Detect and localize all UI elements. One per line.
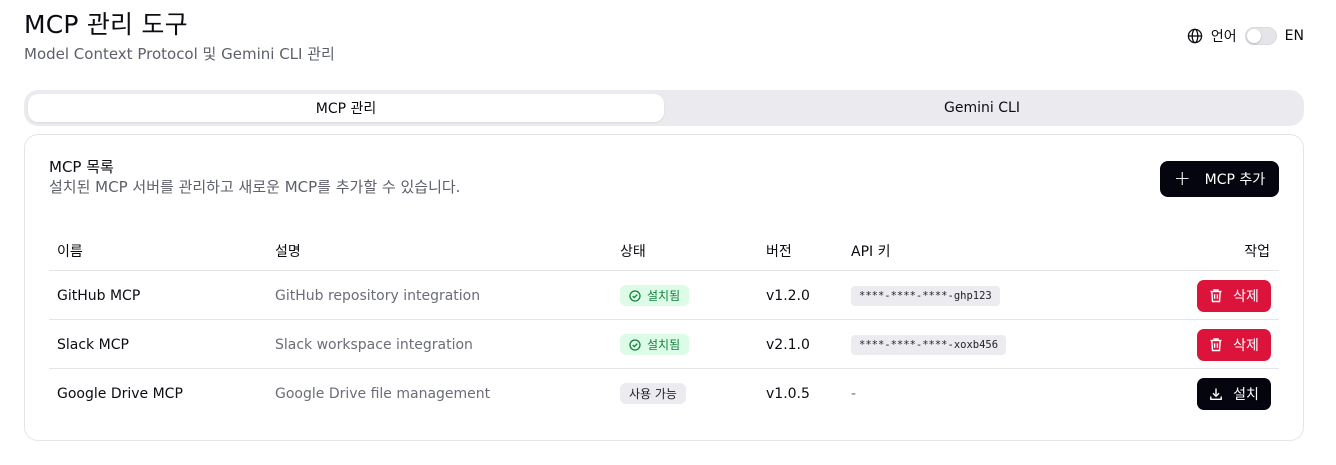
column-header-status: 상태 [620,244,646,260]
globe-icon [1187,28,1203,44]
status-cell: 설치됨 [620,271,690,320]
actions-cell: 설치 [1197,369,1271,418]
status-badge: 설치됨 [620,285,690,306]
mcp-list-card: MCP 목록 설치된 MCP 서버를 관리하고 새로운 MCP를 추가할 수 있… [24,134,1304,441]
mcp-description: Google Drive file management [275,385,491,402]
status-badge: 사용 가능 [620,383,686,404]
install-label: 설치 [1233,386,1259,403]
add-mcp-button[interactable]: + MCP 추가 [1160,161,1279,197]
language-toggle[interactable] [1244,27,1277,45]
mcp-name: Slack MCP [57,336,129,353]
api-key-cell: - [851,369,856,418]
page-header: MCP 관리 도구 Model Context Protocol 및 Gemin… [24,8,335,64]
language-switcher: 언어 EN [1187,26,1304,46]
table-row: Google Drive MCP Google Drive file manag… [49,369,1279,418]
delete-button[interactable]: 삭제 [1197,328,1271,361]
status-badge: 설치됨 [620,334,690,355]
mcp-description: GitHub repository integration [275,287,481,304]
check-circle-icon [629,338,641,351]
column-header-api-key: API 키 [851,244,891,260]
card-description: 설치된 MCP 서버를 관리하고 새로운 MCP를 추가할 수 있습니다. [49,178,461,196]
api-key-cell: ****-****-****-xoxb456 [851,320,1007,369]
column-header-actions: 작업 [1244,244,1270,260]
page-title: MCP 관리 도구 [24,10,188,39]
language-label: 언어 [1210,29,1237,45]
api-key-value: ****-****-****-ghp123 [851,285,1000,306]
check-circle-icon [629,289,641,302]
column-header-name: 이름 [57,244,83,260]
language-current: EN [1284,28,1304,44]
actions-cell: 삭제 [1197,320,1271,369]
tab-gemini-cli[interactable]: Gemini CLI [664,94,1300,122]
status-label: 설치됨 [647,338,681,352]
mcp-name: Google Drive MCP [57,385,183,402]
download-icon [1210,388,1223,400]
mcp-version: v2.1.0 [766,336,810,353]
api-key-cell: ****-****-****-ghp123 [851,271,1000,320]
table-row: Slack MCP Slack workspace integration 설치… [49,320,1279,369]
status-label: 설치됨 [647,289,681,303]
add-mcp-label: MCP 추가 [1204,172,1266,188]
actions-cell: 삭제 [1197,271,1271,320]
column-header-description: 설명 [275,244,301,260]
install-button[interactable]: 설치 [1197,377,1271,410]
trash-icon [1210,338,1222,352]
mcp-description: Slack workspace integration [275,336,473,353]
mcp-version: v1.0.5 [766,385,810,402]
page-subtitle: Model Context Protocol 및 Gemini CLI 관리 [24,45,335,63]
tab-mcp-management[interactable]: MCP 관리 [28,94,664,122]
column-header-version: 버전 [766,244,792,260]
status-cell: 사용 가능 [620,369,686,418]
delete-button[interactable]: 삭제 [1197,279,1271,312]
api-key-value: ****-****-****-xoxb456 [851,334,1007,355]
delete-label: 삭제 [1233,337,1259,354]
tab-list: MCP 관리 Gemini CLI [24,90,1304,126]
api-key-empty: - [851,385,857,402]
mcp-version: v1.2.0 [766,287,810,304]
table-row: GitHub MCP GitHub repository integration… [49,271,1279,320]
card-title: MCP 목록 [49,158,114,176]
trash-icon [1210,289,1222,303]
delete-label: 삭제 [1233,288,1259,305]
toggle-knob [1246,29,1261,43]
status-cell: 설치됨 [620,320,690,369]
mcp-name: GitHub MCP [57,287,141,304]
plus-icon: + [1173,166,1191,190]
